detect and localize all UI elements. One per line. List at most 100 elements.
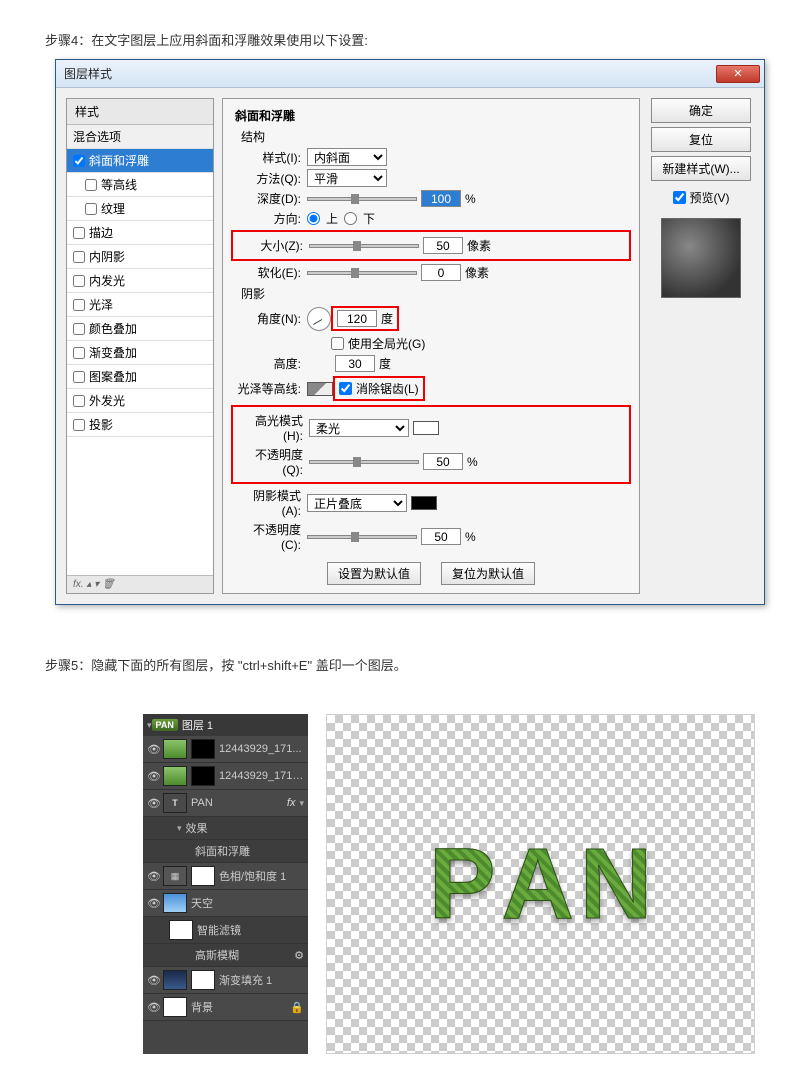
gloss-label: 光泽等高线: — [235, 380, 303, 397]
style-checkbox[interactable] — [73, 323, 85, 335]
style-checkbox[interactable] — [73, 155, 85, 167]
dir-down-radio[interactable] — [344, 212, 357, 225]
eye-icon[interactable]: 👁 — [147, 743, 159, 756]
size-label: 大小(Z): — [237, 237, 305, 254]
angle-dial[interactable] — [307, 307, 331, 331]
style-item-3[interactable]: 描边 — [67, 221, 213, 245]
dir-up-radio[interactable] — [307, 212, 320, 225]
layer-row-3[interactable]: ▾效果 — [143, 817, 308, 840]
style-item-8[interactable]: 渐变叠加 — [67, 341, 213, 365]
eye-icon[interactable]: 👁 — [147, 870, 159, 883]
style-checkbox[interactable] — [73, 371, 85, 383]
style-item-6[interactable]: 光泽 — [67, 293, 213, 317]
blend-options[interactable]: 混合选项 — [67, 125, 213, 149]
section-title: 斜面和浮雕 — [235, 107, 627, 124]
shadow-color[interactable] — [411, 496, 437, 510]
depth-label: 深度(D): — [235, 190, 303, 207]
layer-row-5[interactable]: 👁▦色相/饱和度 1 — [143, 863, 308, 890]
eye-icon[interactable]: 👁 — [147, 797, 159, 810]
layer-row-0[interactable]: 👁12443929_171... — [143, 736, 308, 763]
depth-input[interactable] — [421, 190, 461, 207]
layer-style-dialog: 图层样式 ✕ 样式 混合选项 斜面和浮雕等高线纹理描边内阴影内发光光泽颜色叠加渐… — [55, 59, 765, 605]
gloss-contour[interactable] — [307, 382, 333, 396]
method-label: 方法(Q): — [235, 170, 303, 187]
dir-down-label: 下 — [363, 210, 375, 227]
set-default-button[interactable]: 设置为默认值 — [327, 562, 421, 585]
highlight-color[interactable] — [413, 421, 439, 435]
layer-row-1[interactable]: 👁12443929_17173977720... — [143, 763, 308, 790]
antialias-label: 消除锯齿(L) — [356, 380, 419, 397]
soften-input[interactable] — [421, 264, 461, 281]
style-item-9[interactable]: 图案叠加 — [67, 365, 213, 389]
altitude-input[interactable] — [335, 355, 375, 372]
eye-icon[interactable]: 👁 — [147, 770, 159, 783]
right-pane: 确定 复位 新建样式(W)... 预览(V) — [648, 98, 754, 594]
style-label: 描边 — [89, 224, 113, 241]
depth-slider[interactable] — [307, 197, 417, 201]
ok-button[interactable]: 确定 — [651, 98, 751, 123]
close-button[interactable]: ✕ — [716, 65, 760, 83]
layer-row-4[interactable]: 斜面和浮雕 — [143, 840, 308, 863]
style-label: 外发光 — [89, 392, 125, 409]
style-checkbox[interactable] — [73, 299, 85, 311]
settings-pane: 斜面和浮雕 结构 样式(I): 内斜面 方法(Q): 平滑 深度(D): % 方… — [222, 98, 640, 594]
style-checkbox[interactable] — [85, 179, 97, 191]
soften-slider[interactable] — [307, 271, 417, 275]
style-item-2[interactable]: 纹理 — [67, 197, 213, 221]
layer-row-10[interactable]: 👁背景🔒 — [143, 994, 308, 1021]
method-select[interactable]: 平滑 — [307, 169, 387, 187]
cancel-button[interactable]: 复位 — [651, 127, 751, 152]
new-style-button[interactable]: 新建样式(W)... — [651, 156, 751, 181]
opacity1-input[interactable] — [423, 453, 463, 470]
size-slider[interactable] — [309, 244, 419, 248]
style-checkbox[interactable] — [85, 203, 97, 215]
eye-icon[interactable]: 👁 — [147, 974, 159, 987]
style-item-1[interactable]: 等高线 — [67, 173, 213, 197]
antialias-check[interactable] — [339, 382, 352, 395]
opacity2-slider[interactable] — [307, 535, 417, 539]
pan-badge-icon: PAN — [152, 719, 178, 731]
shadow-mode-select[interactable]: 正片叠底 — [307, 494, 407, 512]
style-checkbox[interactable] — [73, 227, 85, 239]
style-checkbox[interactable] — [73, 395, 85, 407]
style-select[interactable]: 内斜面 — [307, 148, 387, 166]
global-light-check[interactable] — [331, 337, 344, 350]
pan-text: P A N — [429, 827, 652, 942]
preview-check[interactable] — [673, 191, 686, 204]
layers-top-label: 图层 1 — [182, 717, 213, 733]
size-unit: 像素 — [467, 237, 491, 254]
size-highlight: 大小(Z): 像素 — [231, 230, 631, 261]
style-checkbox[interactable] — [73, 419, 85, 431]
style-item-7[interactable]: 颜色叠加 — [67, 317, 213, 341]
style-item-11[interactable]: 投影 — [67, 413, 213, 437]
layer-name: 天空 — [191, 895, 304, 911]
opacity1-slider[interactable] — [309, 460, 419, 464]
layer-row-7[interactable]: 智能滤镜 — [143, 917, 308, 944]
antialias-highlight: 消除锯齿(L) — [333, 376, 425, 401]
style-checkbox[interactable] — [73, 347, 85, 359]
opacity2-input[interactable] — [421, 528, 461, 545]
style-checkbox[interactable] — [73, 275, 85, 287]
style-item-0[interactable]: 斜面和浮雕 — [67, 149, 213, 173]
global-light-label: 使用全局光(G) — [348, 335, 425, 352]
layer-row-8[interactable]: 高斯模糊⚙ — [143, 944, 308, 967]
layer-row-9[interactable]: 👁渐变填充 1 — [143, 967, 308, 994]
style-label: 等高线 — [101, 176, 137, 193]
size-input[interactable] — [423, 237, 463, 254]
style-checkbox[interactable] — [73, 251, 85, 263]
eye-icon[interactable]: 👁 — [147, 1001, 159, 1014]
style-label: 图案叠加 — [89, 368, 137, 385]
style-item-4[interactable]: 内阴影 — [67, 245, 213, 269]
style-label: 纹理 — [101, 200, 125, 217]
layer-row-6[interactable]: 👁 天空 — [143, 890, 308, 917]
style-item-10[interactable]: 外发光 — [67, 389, 213, 413]
layer-row-2[interactable]: 👁TPANfx ▾ — [143, 790, 308, 817]
angle-input[interactable] — [337, 310, 377, 327]
highlight-mode-select[interactable]: 柔光 — [309, 419, 409, 437]
reset-default-button[interactable]: 复位为默认值 — [441, 562, 535, 585]
layers-top[interactable]: ▾ PAN 图层 1 — [143, 714, 308, 736]
style-item-5[interactable]: 内发光 — [67, 269, 213, 293]
eye-icon[interactable]: 👁 — [147, 897, 159, 910]
style-label: 斜面和浮雕 — [89, 152, 149, 169]
dir-up-label: 上 — [326, 210, 338, 227]
